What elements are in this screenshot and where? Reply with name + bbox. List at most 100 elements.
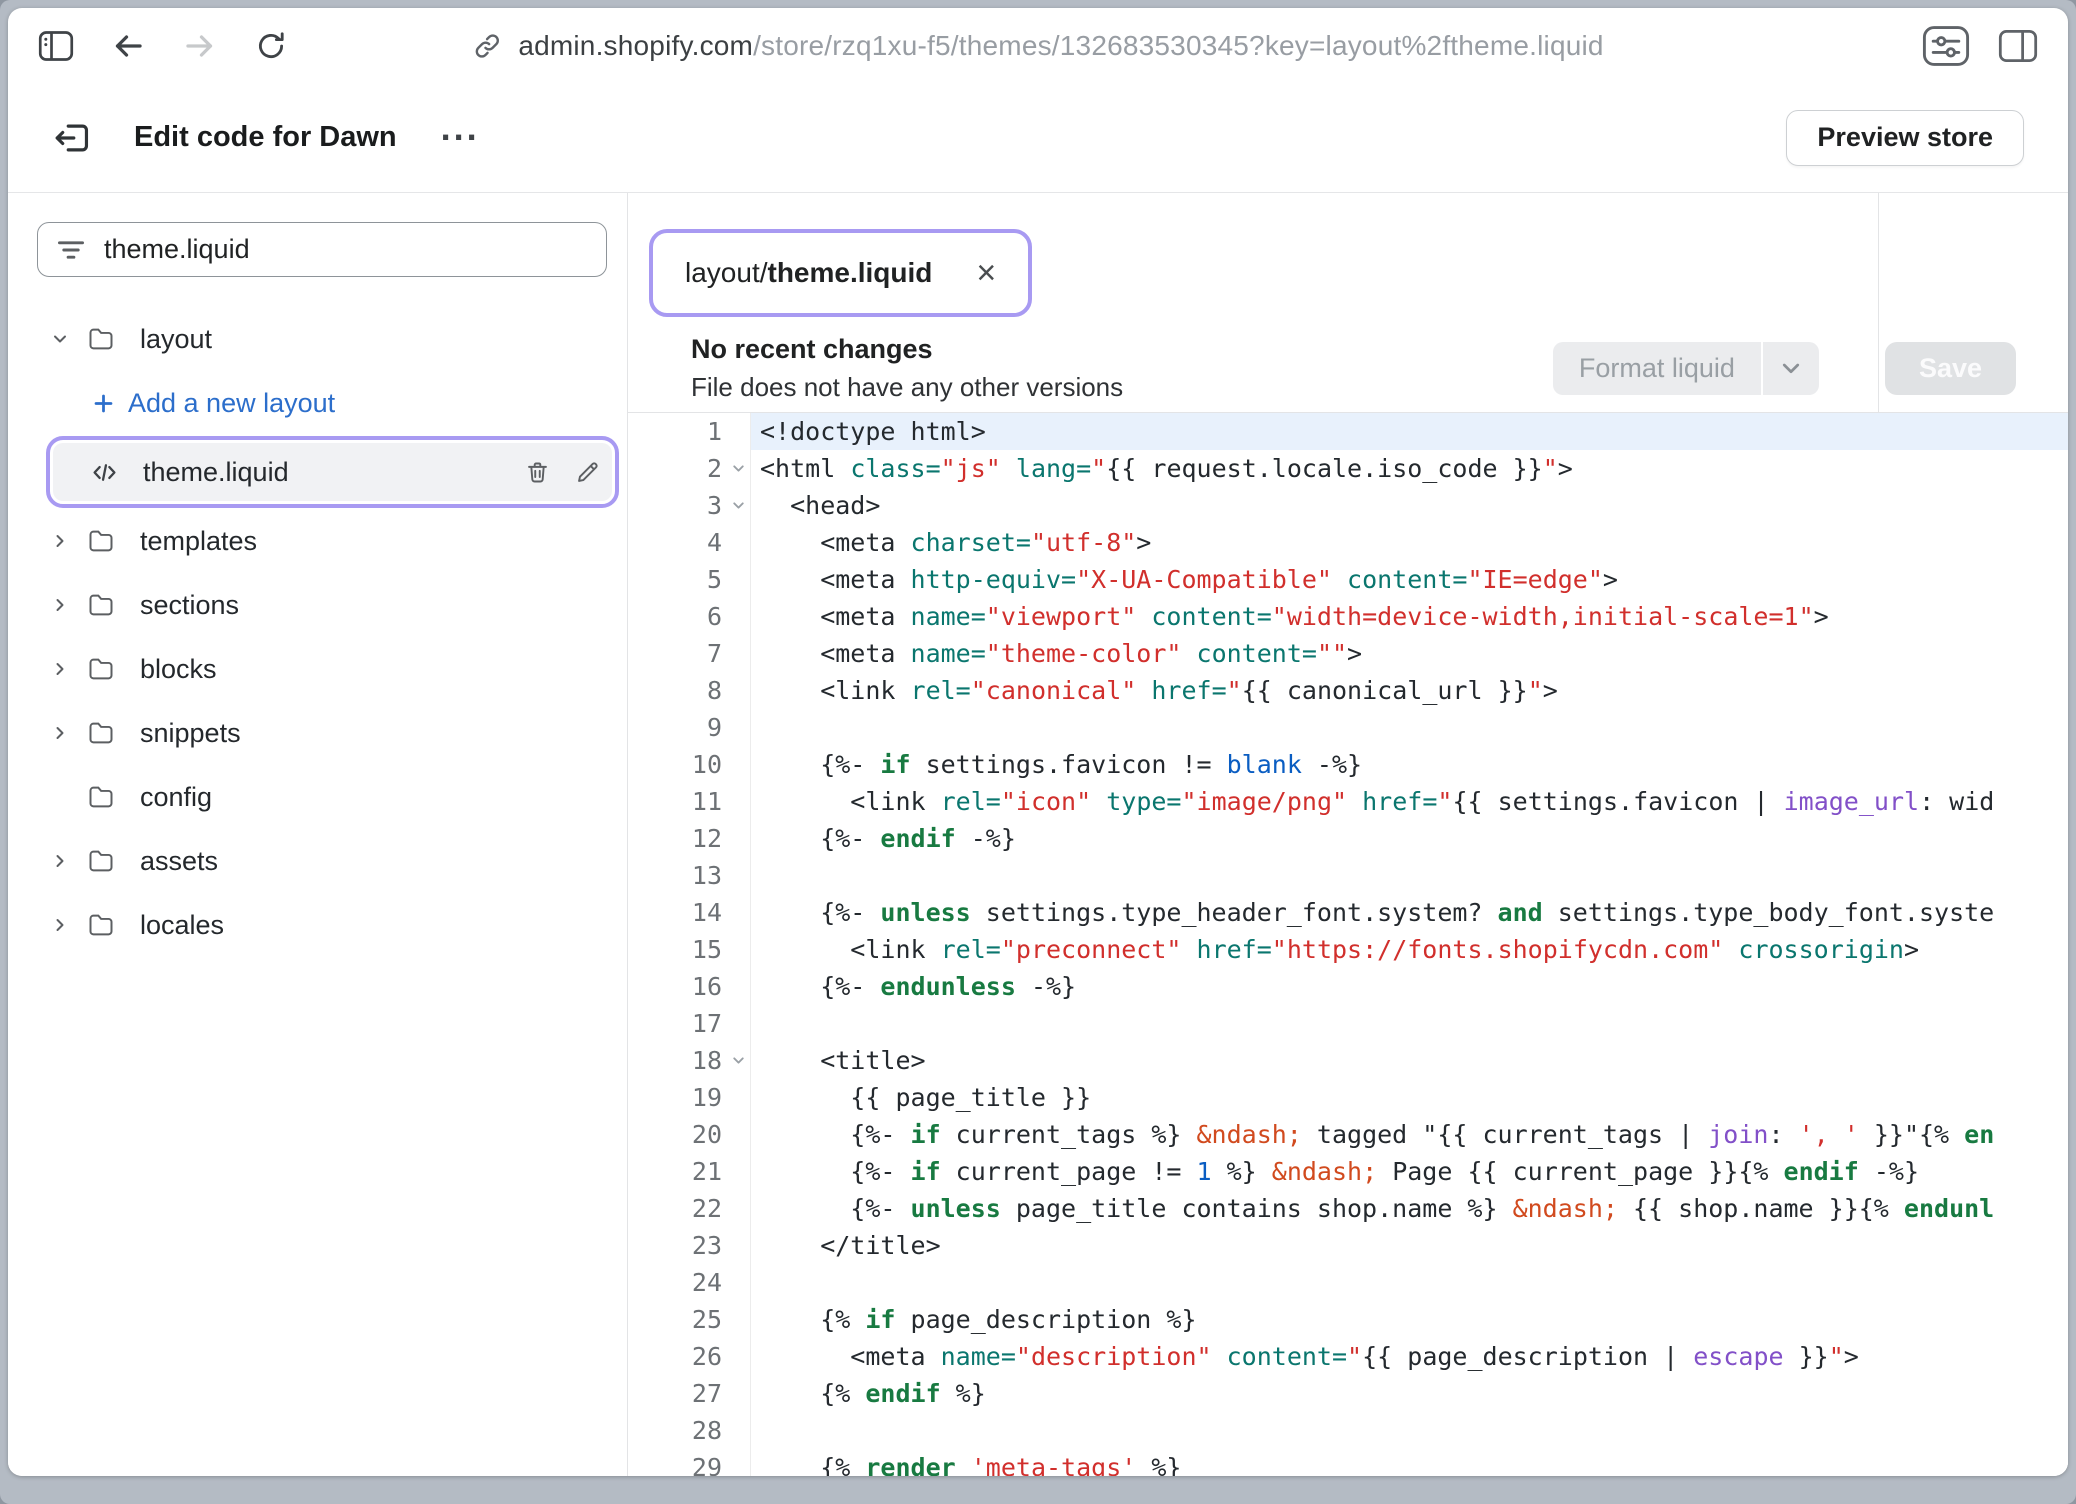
- editor-main: layout/theme.liquid × No recent changes …: [628, 193, 2068, 1476]
- item-label: blocks: [140, 654, 217, 685]
- more-actions-button[interactable]: ...: [441, 107, 480, 149]
- code-line-13[interactable]: 13: [628, 857, 2068, 894]
- code-line-7[interactable]: 7 <meta name="theme-color" content="">: [628, 635, 2068, 672]
- code-line-3[interactable]: 3 <head>: [628, 487, 2068, 524]
- code-text: [751, 1264, 2068, 1301]
- exit-icon[interactable]: [52, 119, 94, 157]
- code-line-22[interactable]: 22 {%- unless page_title contains shop.n…: [628, 1190, 2068, 1227]
- code-line-29[interactable]: 29 {% render 'meta-tags' %}: [628, 1449, 2068, 1476]
- code-line-21[interactable]: 21 {%- if current_page != 1 %} &ndash; P…: [628, 1153, 2068, 1190]
- code-text: <meta name="viewport" content="width=dev…: [751, 598, 2068, 635]
- preview-store-button[interactable]: Preview store: [1786, 110, 2024, 166]
- extensions-icon[interactable]: [1922, 25, 1970, 67]
- line-number: 21: [628, 1153, 751, 1190]
- chevron-right-icon[interactable]: [50, 915, 87, 935]
- code-line-28[interactable]: 28: [628, 1412, 2068, 1449]
- code-text: </title>: [751, 1227, 2068, 1264]
- folder-icon: [87, 719, 140, 747]
- code-line-17[interactable]: 17: [628, 1005, 2068, 1042]
- code-line-9[interactable]: 9: [628, 709, 2068, 746]
- url-domain: admin.shopify.com: [518, 30, 753, 61]
- sidebar-item-layout[interactable]: layout: [8, 311, 627, 367]
- sidebar-item-locales[interactable]: locales: [8, 897, 627, 953]
- close-tab-icon[interactable]: ×: [976, 256, 996, 290]
- sidebar-item-snippets[interactable]: snippets: [8, 705, 627, 761]
- code-text: [751, 709, 2068, 746]
- code-line-14[interactable]: 14 {%- unless settings.type_header_font.…: [628, 894, 2068, 931]
- trash-icon[interactable]: [512, 459, 562, 486]
- code-text: {% if page_description %}: [751, 1301, 2068, 1338]
- fold-chevron-icon[interactable]: [730, 460, 747, 477]
- fold-chevron-icon[interactable]: [730, 497, 747, 514]
- file-item-theme-liquid[interactable]: theme.liquid: [53, 443, 612, 501]
- code-text: <meta name="description" content="{{ pag…: [751, 1338, 2068, 1375]
- add-a-new-layout-link[interactable]: Add a new layout: [8, 375, 627, 431]
- code-line-16[interactable]: 16 {%- endunless -%}: [628, 968, 2068, 1005]
- search-input[interactable]: [102, 233, 594, 266]
- chevron-right-icon[interactable]: [50, 659, 87, 679]
- code-line-4[interactable]: 4 <meta charset="utf-8">: [628, 524, 2068, 561]
- code-line-8[interactable]: 8 <link rel="canonical" href="{{ canonic…: [628, 672, 2068, 709]
- code-text: {%- endif -%}: [751, 820, 2068, 857]
- version-status-bar: No recent changes File does not have any…: [628, 324, 2068, 413]
- tab-theme-liquid[interactable]: layout/theme.liquid ×: [657, 237, 1024, 309]
- chevron-right-icon[interactable]: [50, 723, 87, 743]
- code-line-11[interactable]: 11 <link rel="icon" type="image/png" hre…: [628, 783, 2068, 820]
- split-view-icon[interactable]: [1998, 29, 2038, 63]
- code-text: [751, 1412, 2068, 1449]
- line-number: 10: [628, 746, 751, 783]
- code-line-2[interactable]: 2<html class="js" lang="{{ request.local…: [628, 450, 2068, 487]
- fold-chevron-icon[interactable]: [730, 1052, 747, 1069]
- sidebar-toggle-icon[interactable]: [38, 30, 74, 62]
- back-icon[interactable]: [110, 30, 146, 62]
- tab-path-prefix: layout/: [685, 257, 768, 288]
- format-liquid-button[interactable]: Format liquid: [1553, 342, 1819, 395]
- add-layout-label: Add a new layout: [128, 388, 335, 419]
- code-text: {% render 'meta-tags' %}: [751, 1449, 2068, 1476]
- address-bar[interactable]: admin.shopify.com/store/rzq1xu-f5/themes…: [472, 30, 1603, 62]
- chevron-right-icon[interactable]: [50, 531, 87, 551]
- line-number: 14: [628, 894, 751, 931]
- format-liquid-label[interactable]: Format liquid: [1553, 342, 1761, 395]
- line-number: 19: [628, 1079, 751, 1116]
- code-line-27[interactable]: 27 {% endif %}: [628, 1375, 2068, 1412]
- save-button[interactable]: Save: [1885, 342, 2016, 395]
- sidebar-item-templates[interactable]: templates: [8, 513, 627, 569]
- code-editor[interactable]: 1<!doctype html>2<html class="js" lang="…: [628, 413, 2068, 1476]
- format-caret-icon[interactable]: [1761, 342, 1819, 395]
- file-search[interactable]: [37, 222, 607, 277]
- chevron-right-icon[interactable]: [50, 851, 87, 871]
- sidebar-item-sections[interactable]: sections: [8, 577, 627, 633]
- code-line-24[interactable]: 24: [628, 1264, 2068, 1301]
- line-number: 28: [628, 1412, 751, 1449]
- code-line-1[interactable]: 1<!doctype html>: [628, 413, 2068, 450]
- sidebar-item-blocks[interactable]: blocks: [8, 641, 627, 697]
- reload-icon[interactable]: [254, 29, 288, 63]
- code-text: {%- unless settings.type_header_font.sys…: [751, 894, 2068, 931]
- code-line-19[interactable]: 19 {{ page_title }}: [628, 1079, 2068, 1116]
- code-line-5[interactable]: 5 <meta http-equiv="X-UA-Compatible" con…: [628, 561, 2068, 598]
- page-title: Edit code for Dawn: [134, 121, 397, 154]
- code-line-23[interactable]: 23 </title>: [628, 1227, 2068, 1264]
- code-line-10[interactable]: 10 {%- if settings.favicon != blank -%}: [628, 746, 2068, 783]
- code-line-26[interactable]: 26 <meta name="description" content="{{ …: [628, 1338, 2068, 1375]
- chevron-right-icon[interactable]: [50, 595, 87, 615]
- sidebar-item-assets[interactable]: assets: [8, 833, 627, 889]
- code-line-20[interactable]: 20 {%- if current_tags %} &ndash; tagged…: [628, 1116, 2068, 1153]
- file-tree: layout Add a new layout theme.liquid templa…: [8, 307, 627, 957]
- pencil-icon[interactable]: [562, 459, 612, 486]
- code-line-12[interactable]: 12 {%- endif -%}: [628, 820, 2068, 857]
- chevron-down-icon[interactable]: [50, 329, 87, 349]
- sidebar-item-config[interactable]: config: [8, 769, 627, 825]
- code-line-15[interactable]: 15 <link rel="preconnect" href="https://…: [628, 931, 2068, 968]
- code-text: <link rel="icon" type="image/png" href="…: [751, 783, 2068, 820]
- code-text: <html class="js" lang="{{ request.locale…: [751, 450, 2068, 487]
- forward-icon[interactable]: [182, 30, 218, 62]
- url-text: admin.shopify.com/store/rzq1xu-f5/themes…: [518, 30, 1603, 62]
- item-label: sections: [140, 590, 239, 621]
- code-line-18[interactable]: 18 <title>: [628, 1042, 2068, 1079]
- code-line-6[interactable]: 6 <meta name="viewport" content="width=d…: [628, 598, 2068, 635]
- code-line-25[interactable]: 25 {% if page_description %}: [628, 1301, 2068, 1338]
- folder-icon: [87, 847, 140, 875]
- code-text: [751, 857, 2068, 894]
